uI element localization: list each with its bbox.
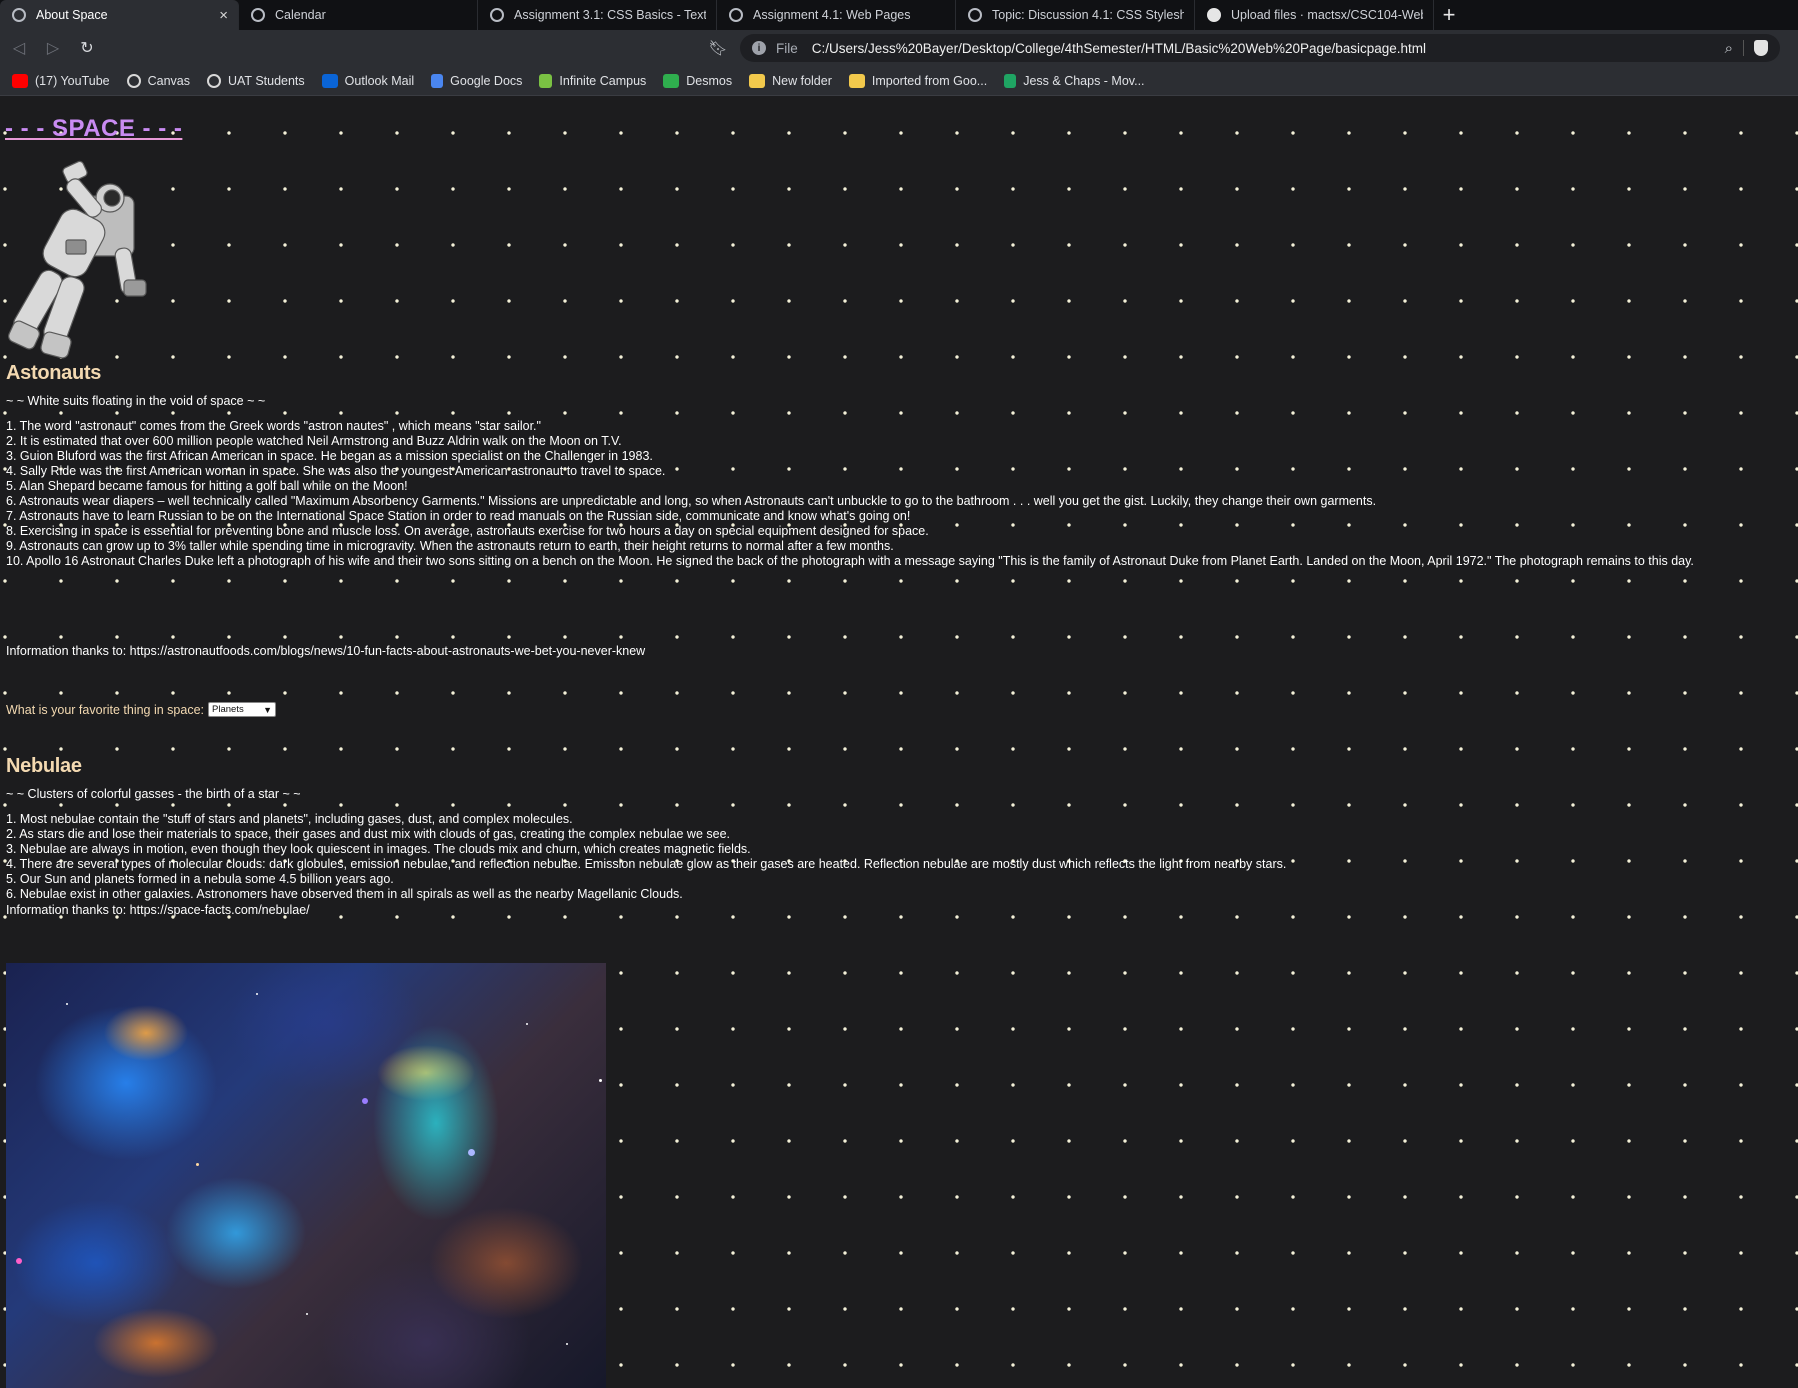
- canvas-icon: [126, 73, 141, 88]
- list-item: 2. As stars die and lose their materials…: [6, 827, 730, 841]
- desmos-icon: [663, 73, 680, 88]
- bookmark-icon[interactable]: 🔖︎: [707, 37, 729, 59]
- nebula-image: [6, 963, 606, 1388]
- globe-icon: [207, 73, 221, 88]
- info-icon[interactable]: i: [752, 41, 766, 55]
- bookmark-label: Outlook Mail: [344, 73, 415, 88]
- bookmark-label: UAT Students: [228, 73, 305, 88]
- bookmark-label: Imported from Goo...: [871, 73, 988, 88]
- list-item: 5. Our Sun and planets formed in a nebul…: [6, 872, 394, 886]
- list-item: 6. Nebulae exist in other galaxies. Astr…: [6, 887, 683, 901]
- list-item: 2. It is estimated that over 600 million…: [6, 434, 622, 448]
- back-icon[interactable]: ◁: [4, 33, 34, 63]
- astronauts-heading: Astonauts: [6, 362, 102, 384]
- bookmark-jess-chaps[interactable]: Jess & Chaps - Mov...: [1004, 73, 1145, 88]
- zoom-icon[interactable]: ⌕: [1725, 40, 1733, 57]
- github-icon: [1207, 8, 1221, 22]
- tab-strip: About Space × Calendar Assignment 3.1: C…: [0, 0, 1798, 30]
- bookmark-youtube[interactable]: (17) YouTube: [12, 73, 110, 88]
- nebulae-facts-list: 1. Most nebulae contain the "stuff of st…: [6, 812, 1286, 902]
- canvas-icon: [490, 8, 504, 22]
- tab-label: About Space: [36, 8, 108, 22]
- brave-shield-icon[interactable]: [1754, 40, 1768, 56]
- sheets-icon: [1004, 73, 1017, 88]
- bookmark-google-docs[interactable]: Google Docs: [431, 73, 523, 88]
- nebulae-source: Information thanks to: https://space-fac…: [6, 903, 310, 917]
- outlook-icon: [321, 73, 338, 88]
- tab-label: Assignment 4.1: Web Pages: [753, 8, 911, 22]
- astronauts-tagline: ~ ~ White suits floating in the void of …: [6, 394, 266, 408]
- folder-icon: [749, 73, 766, 88]
- bookmark-label: Google Docs: [450, 73, 523, 88]
- list-item: 3. Nebulae are always in motion, even th…: [6, 842, 751, 856]
- list-item: 9. Astronauts can grow up to 3% taller w…: [6, 539, 894, 553]
- nebulae-tagline: ~ ~ Clusters of colorful gasses - the bi…: [6, 787, 301, 801]
- bookmark-label: Canvas: [147, 73, 190, 88]
- tab-assignment-3-1[interactable]: Assignment 3.1: CSS Basics - Text Stylin…: [478, 0, 717, 30]
- bookmarks-bar: (17) YouTube Canvas UAT Students Outlook…: [0, 66, 1798, 96]
- bookmark-imported-folder[interactable]: Imported from Goo...: [848, 73, 988, 88]
- bookmark-infinite-campus[interactable]: Infinite Campus: [539, 73, 647, 88]
- campus-icon: [539, 73, 553, 88]
- globe-icon: [12, 8, 26, 22]
- list-item: 7. Astronauts have to learn Russian to b…: [6, 509, 911, 523]
- address-bar[interactable]: i File C:/Users/Jess%20Bayer/Desktop/Col…: [740, 34, 1780, 62]
- tab-upload-files[interactable]: Upload files · mactsx/CSC104-WebDesign: [1195, 0, 1434, 30]
- web-page: - - - SPACE - - - Astonauts ~ ~ White su…: [0, 97, 1798, 1388]
- nebulae-heading: Nebulae: [6, 755, 82, 777]
- astronauts-facts-list: 1. The word "astronaut" comes from the G…: [6, 419, 1694, 569]
- tab-about-space[interactable]: About Space ×: [0, 0, 239, 30]
- reload-icon[interactable]: ↻: [72, 33, 102, 63]
- bookmark-outlook[interactable]: Outlook Mail: [321, 73, 415, 88]
- bookmark-label: Desmos: [686, 73, 733, 88]
- tab-assignment-4-1[interactable]: Assignment 4.1: Web Pages: [717, 0, 956, 30]
- bookmark-new-folder[interactable]: New folder: [749, 73, 832, 88]
- list-item: 10. Apollo 16 Astronaut Charles Duke lef…: [6, 554, 1694, 568]
- favorite-question: What is your favorite thing in space: Pl…: [6, 702, 277, 717]
- close-icon[interactable]: ×: [219, 7, 228, 24]
- chevron-down-icon: ▼: [263, 704, 273, 715]
- folder-icon: [848, 73, 865, 88]
- bookmark-label: New folder: [772, 73, 832, 88]
- canvas-icon: [968, 8, 982, 22]
- list-item: 4. There are several types of molecular …: [6, 857, 1287, 871]
- list-item: 1. The word "astronaut" comes from the G…: [6, 419, 541, 433]
- url-scheme: File: [776, 40, 798, 56]
- tab-label: Upload files · mactsx/CSC104-WebDesign: [1231, 8, 1423, 22]
- bookmark-label: Jess & Chaps - Mov...: [1023, 73, 1145, 88]
- new-tab-button[interactable]: +: [1434, 0, 1464, 30]
- page-title: - - - SPACE - - -: [5, 115, 183, 142]
- bookmark-uat-students[interactable]: UAT Students: [207, 73, 305, 88]
- forward-icon[interactable]: ▷: [38, 33, 68, 63]
- list-item: 8. Exercising in space is essential for …: [6, 524, 929, 538]
- bookmark-canvas[interactable]: Canvas: [126, 73, 190, 88]
- tab-calendar[interactable]: Calendar: [239, 0, 478, 30]
- favorite-select[interactable]: Planets ▼: [208, 702, 277, 717]
- list-item: 5. Alan Shepard became famous for hittin…: [6, 479, 408, 493]
- docs-icon: [431, 73, 444, 88]
- canvas-icon: [729, 8, 743, 22]
- tab-label: Assignment 3.1: CSS Basics - Text Stylin…: [514, 8, 706, 22]
- bookmark-label: Infinite Campus: [559, 73, 647, 88]
- bookmark-label: (17) YouTube: [35, 73, 110, 88]
- astronauts-source: Information thanks to: https://astronaut…: [6, 644, 646, 658]
- tab-label: Topic: Discussion 4.1: CSS Stylesheets: [992, 8, 1184, 22]
- url-text[interactable]: C:/Users/Jess%20Bayer/Desktop/College/4t…: [812, 41, 1717, 56]
- list-item: 6. Astronauts wear diapers – well techni…: [6, 494, 1377, 508]
- tab-discussion-4-1[interactable]: Topic: Discussion 4.1: CSS Stylesheets: [956, 0, 1195, 30]
- tab-label: Calendar: [275, 8, 326, 22]
- favorite-label: What is your favorite thing in space:: [6, 702, 205, 717]
- youtube-icon: [12, 73, 28, 88]
- list-item: 4. Sally Ride was the first American wom…: [6, 464, 666, 478]
- favorite-selected-value: Planets: [212, 704, 244, 715]
- astronaut-image: [8, 160, 147, 359]
- browser-toolbar: ◁ ▷ ↻ 🔖︎ i File C:/Users/Jess%20Bayer/De…: [0, 30, 1798, 66]
- list-item: 3. Guion Bluford was the first African A…: [6, 449, 653, 463]
- canvas-icon: [251, 8, 265, 22]
- divider: [1743, 40, 1744, 56]
- list-item: 1. Most nebulae contain the "stuff of st…: [6, 812, 573, 826]
- bookmark-desmos[interactable]: Desmos: [663, 73, 733, 88]
